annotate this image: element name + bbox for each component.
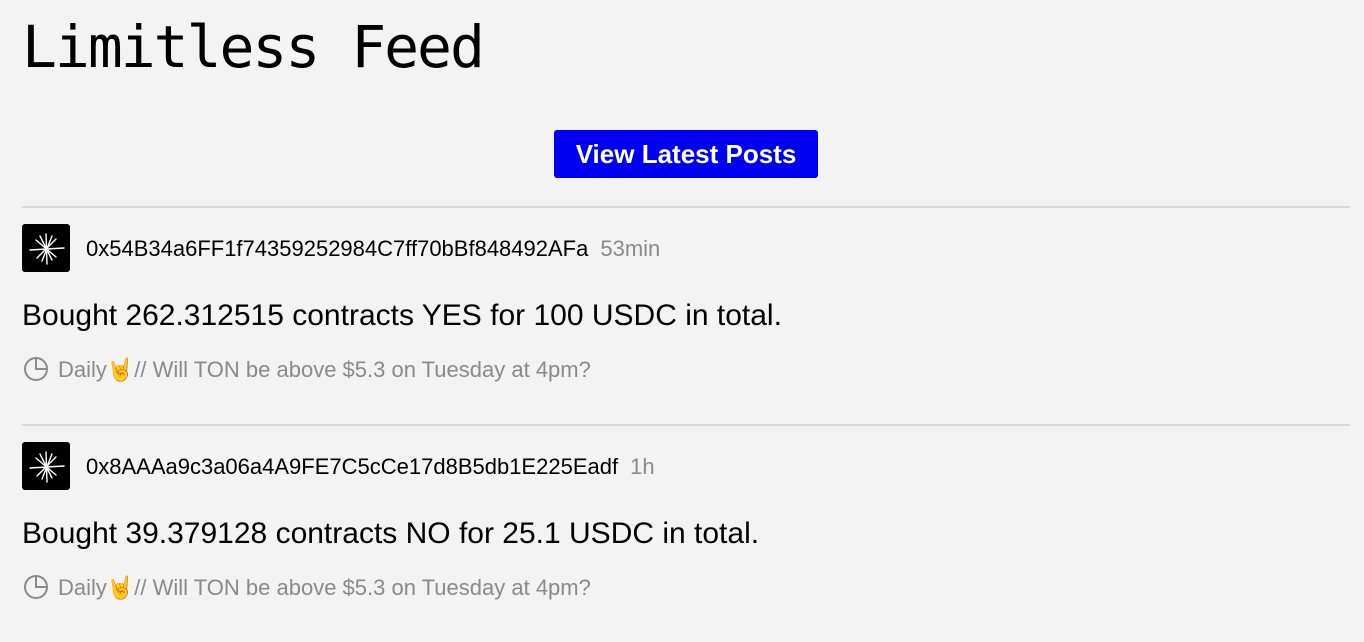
starburst-icon[interactable] (22, 224, 70, 272)
page-title: Limitless Feed (22, 13, 485, 81)
feed-post: 0x54B34a6FF1f74359252984C7ff70bBf848492A… (22, 224, 1350, 390)
feed-post: 0x8AAAa9c3a06a4A9FE7C5cCe17d8B5db1E225Ea… (22, 442, 1350, 608)
market-title: Daily🤘// Will TON be above $5.3 on Tuesd… (58, 575, 591, 600)
post-text: Bought 39.379128 contracts NO for 25.1 U… (22, 517, 760, 550)
post-author-line: 0x8AAAa9c3a06a4A9FE7C5cCe17d8B5db1E225Ea… (86, 455, 655, 479)
divider (22, 206, 1350, 208)
pie-chart-icon (22, 355, 50, 383)
post-author-line: 0x54B34a6FF1f74359252984C7ff70bBf848492A… (86, 237, 660, 261)
market-title: Daily🤘// Will TON be above $5.3 on Tuesd… (58, 357, 591, 382)
starburst-icon[interactable] (22, 442, 70, 490)
feed-page: Limitless Feed View Latest Posts 0x54B34… (0, 0, 1364, 642)
market-link[interactable]: Daily🤘// Will TON be above $5.3 on Tuesd… (22, 356, 591, 384)
post-text: Bought 262.312515 contracts YES for 100 … (22, 299, 782, 332)
wallet-address[interactable]: 0x8AAAa9c3a06a4A9FE7C5cCe17d8B5db1E225Ea… (86, 454, 618, 479)
view-latest-posts-button[interactable]: View Latest Posts (554, 130, 818, 178)
divider (22, 424, 1350, 426)
post-time: 1h (630, 454, 655, 479)
post-time: 53min (600, 236, 661, 261)
pie-chart-icon (22, 573, 50, 601)
market-link[interactable]: Daily🤘// Will TON be above $5.3 on Tuesd… (22, 574, 591, 602)
wallet-address[interactable]: 0x54B34a6FF1f74359252984C7ff70bBf848492A… (86, 236, 588, 261)
